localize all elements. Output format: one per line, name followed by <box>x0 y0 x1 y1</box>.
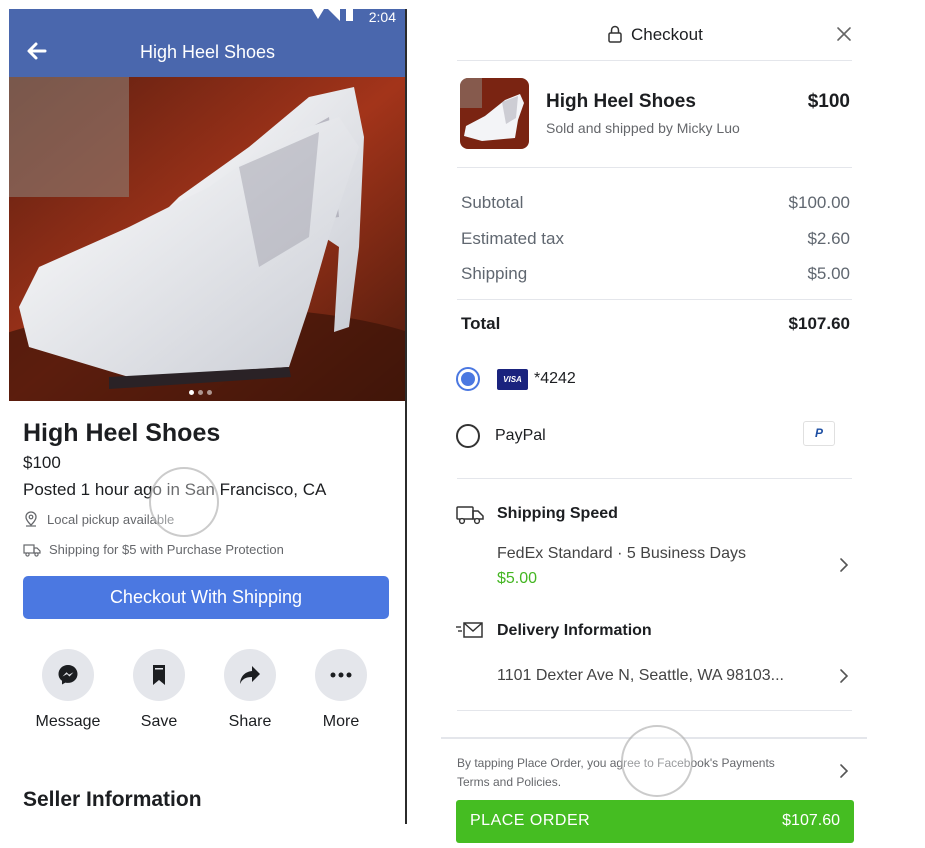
shipping-value: $5.00 <box>807 264 850 283</box>
divider <box>457 478 852 479</box>
tax-value: $2.60 <box>807 229 850 248</box>
paypal-label[interactable]: PayPal <box>495 427 546 445</box>
checkout-with-shipping-button[interactable]: Checkout With Shipping <box>23 576 389 619</box>
total-label: Total <box>461 314 501 333</box>
checkout-title: Checkout <box>631 25 703 44</box>
more-action[interactable]: More <box>301 649 381 731</box>
save-button[interactable] <box>133 649 185 701</box>
envelope-icon <box>456 622 483 638</box>
more-button[interactable] <box>315 649 367 701</box>
truck-icon <box>456 506 484 525</box>
visa-card-icon: VISA <box>497 369 528 390</box>
divider <box>457 60 852 61</box>
total-value: $107.60 <box>788 314 850 333</box>
product-title: High Heel Shoes <box>23 419 221 447</box>
subtotal-label: Subtotal <box>461 193 524 212</box>
save-action[interactable]: Save <box>119 649 199 731</box>
shipping-note-text: Shipping for $5 with Purchase Protection <box>49 542 284 557</box>
card-number[interactable]: *4242 <box>534 370 576 388</box>
chevron-right-icon[interactable] <box>839 763 849 779</box>
shipping-label: Shipping <box>461 264 528 283</box>
status-signal-icon <box>312 9 353 21</box>
chevron-right-icon[interactable] <box>839 557 849 573</box>
status-time: 2:04 <box>368 9 396 25</box>
listing-screen: 2:04 High Heel Shoes High Heel Shoes $10… <box>9 9 406 848</box>
app-header: 2:04 High Heel Shoes <box>9 9 406 77</box>
more-dots-icon <box>330 672 352 678</box>
message-button[interactable] <box>42 649 94 701</box>
item-seller: Sold and shipped by Micky Luo <box>546 120 740 136</box>
item-thumbnail[interactable] <box>460 78 529 149</box>
truck-icon <box>23 543 41 557</box>
seller-information-heading: Seller Information <box>23 788 202 811</box>
touch-indicator <box>149 467 219 537</box>
shipping-row: Shipping $5.00 <box>461 264 850 284</box>
message-label: Message <box>35 713 101 730</box>
product-price: $100 <box>23 453 61 472</box>
save-label: Save <box>140 713 178 730</box>
share-action[interactable]: Share <box>210 649 290 731</box>
divider <box>457 299 852 300</box>
item-price: $100 <box>807 91 850 112</box>
chevron-right-icon[interactable] <box>839 668 849 684</box>
shipping-method[interactable]: FedEx Standard · 5 Business Days <box>497 545 746 563</box>
shipping-cost: $5.00 <box>497 570 538 587</box>
messenger-icon <box>58 665 78 685</box>
subtotal-row: Subtotal $100.00 <box>461 193 850 213</box>
shipping-speed-title: Shipping Speed <box>497 505 618 522</box>
lock-icon <box>608 25 622 43</box>
paypal-radio[interactable] <box>456 424 480 448</box>
share-button[interactable] <box>224 649 276 701</box>
photo-pager-dots <box>189 382 216 395</box>
delivery-information-title: Delivery Information <box>497 622 652 639</box>
checkout-screen: Checkout High Heel Shoes Sold and shippe… <box>441 9 867 848</box>
tax-label: Estimated tax <box>461 229 564 248</box>
divider <box>457 710 852 711</box>
shipping-note-row: Shipping for $5 with Purchase Protection <box>23 542 284 557</box>
place-order-label: PLACE ORDER <box>470 812 591 829</box>
place-order-button[interactable]: PLACE ORDER $107.60 <box>456 800 854 843</box>
share-label: Share <box>228 713 272 730</box>
item-name: High Heel Shoes <box>546 91 696 112</box>
screen-divider <box>405 9 407 824</box>
message-action[interactable]: Message <box>28 649 108 731</box>
paypal-logo-icon: P <box>803 421 835 446</box>
touch-indicator <box>621 725 693 797</box>
more-label: More <box>322 713 360 730</box>
total-row: Total $107.60 <box>461 314 850 334</box>
share-arrow-icon <box>240 666 260 684</box>
close-icon[interactable] <box>836 26 852 42</box>
product-photo[interactable] <box>9 77 406 401</box>
divider <box>457 167 852 168</box>
place-order-price: $107.60 <box>782 812 840 829</box>
subtotal-value: $100.00 <box>788 193 850 212</box>
card-radio[interactable] <box>456 367 480 391</box>
tax-row: Estimated tax $2.60 <box>461 229 850 249</box>
bookmark-icon <box>153 665 165 685</box>
header-title: High Heel Shoes <box>139 42 276 62</box>
location-pin-icon <box>25 511 37 527</box>
delivery-address[interactable]: 1101 Dexter Ave N, Seattle, WA 98103... <box>497 667 784 685</box>
